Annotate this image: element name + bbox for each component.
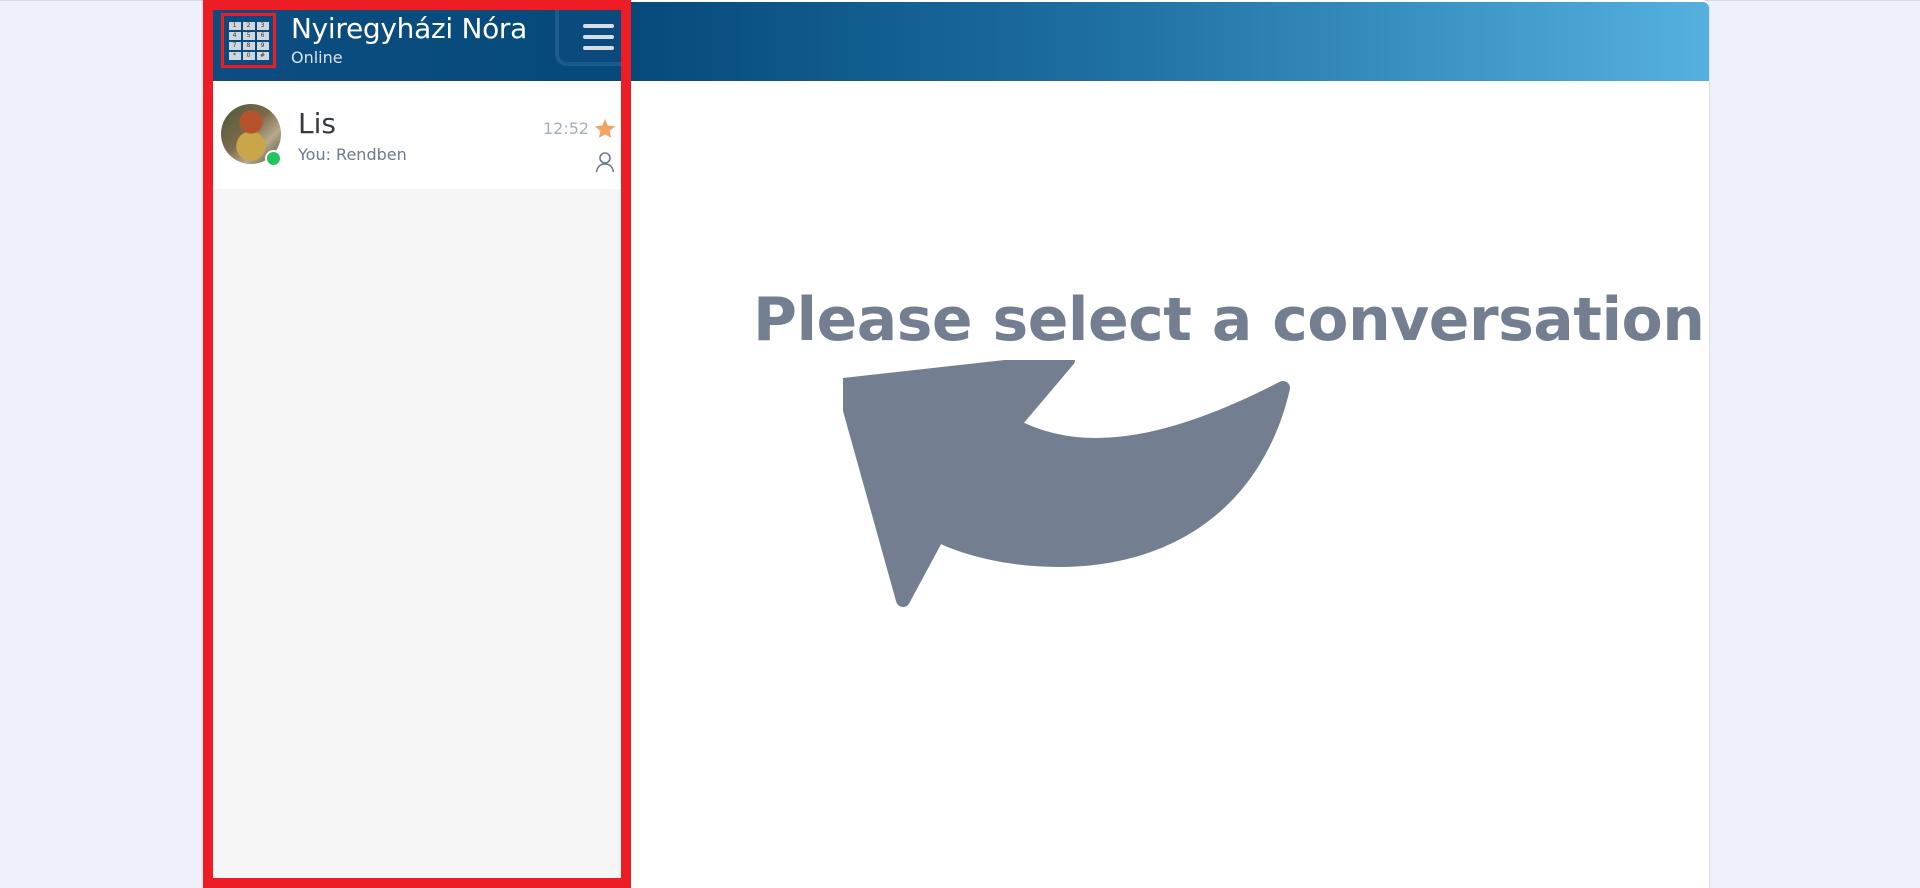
keypad-key: #: [256, 51, 269, 60]
online-status-dot: [265, 150, 282, 167]
conversation-item[interactable]: Lis You: Rendben 12:52: [213, 81, 621, 189]
menu-bar: [582, 24, 614, 28]
keypad-grid: 1 2 3 4 5 6 7 8 9 * 0 #: [228, 21, 269, 60]
current-user-name: Nyiregyházi Nóra: [291, 12, 527, 45]
keypad-key: 7: [228, 41, 241, 50]
keypad-logo-icon: 1 2 3 4 5 6 7 8 9 * 0 #: [221, 13, 276, 68]
keypad-key: 9: [256, 41, 269, 50]
current-user-status: Online: [291, 48, 343, 67]
menu-bar: [582, 46, 614, 50]
keypad-key: 4: [228, 31, 241, 40]
menu-bar: [582, 35, 614, 39]
chat-app: 1 2 3 4 5 6 7 8 9 * 0 # Nyiregyházi Nóra…: [203, 0, 1709, 888]
keypad-key: 5: [242, 31, 255, 40]
sidebar-header: 1 2 3 4 5 6 7 8 9 * 0 # Nyiregyházi Nóra…: [213, 10, 621, 81]
person-icon[interactable]: [595, 151, 615, 173]
conversation-list: Lis You: Rendben 12:52: [213, 81, 621, 189]
keypad-key: 6: [256, 31, 269, 40]
conversation-time: 12:52: [543, 119, 590, 138]
star-icon[interactable]: [593, 117, 617, 141]
conversation-sidebar: 1 2 3 4 5 6 7 8 9 * 0 # Nyiregyházi Nóra…: [203, 0, 631, 888]
menu-button[interactable]: [555, 10, 621, 66]
conversation-name: Lis: [298, 107, 336, 140]
keypad-key: 0: [242, 51, 255, 60]
keypad-key: 8: [242, 41, 255, 50]
keypad-key: *: [228, 51, 241, 60]
keypad-key: 1: [228, 21, 241, 30]
hamburger-menu-icon: [582, 24, 614, 50]
keypad-key: 2: [242, 21, 255, 30]
chat-header: [631, 2, 1709, 81]
conversation-preview: You: Rendben: [298, 145, 407, 164]
keypad-key: 3: [256, 21, 269, 30]
empty-state-message: Please select a conversation: [753, 285, 1705, 355]
curved-arrow-icon: [843, 360, 1290, 607]
